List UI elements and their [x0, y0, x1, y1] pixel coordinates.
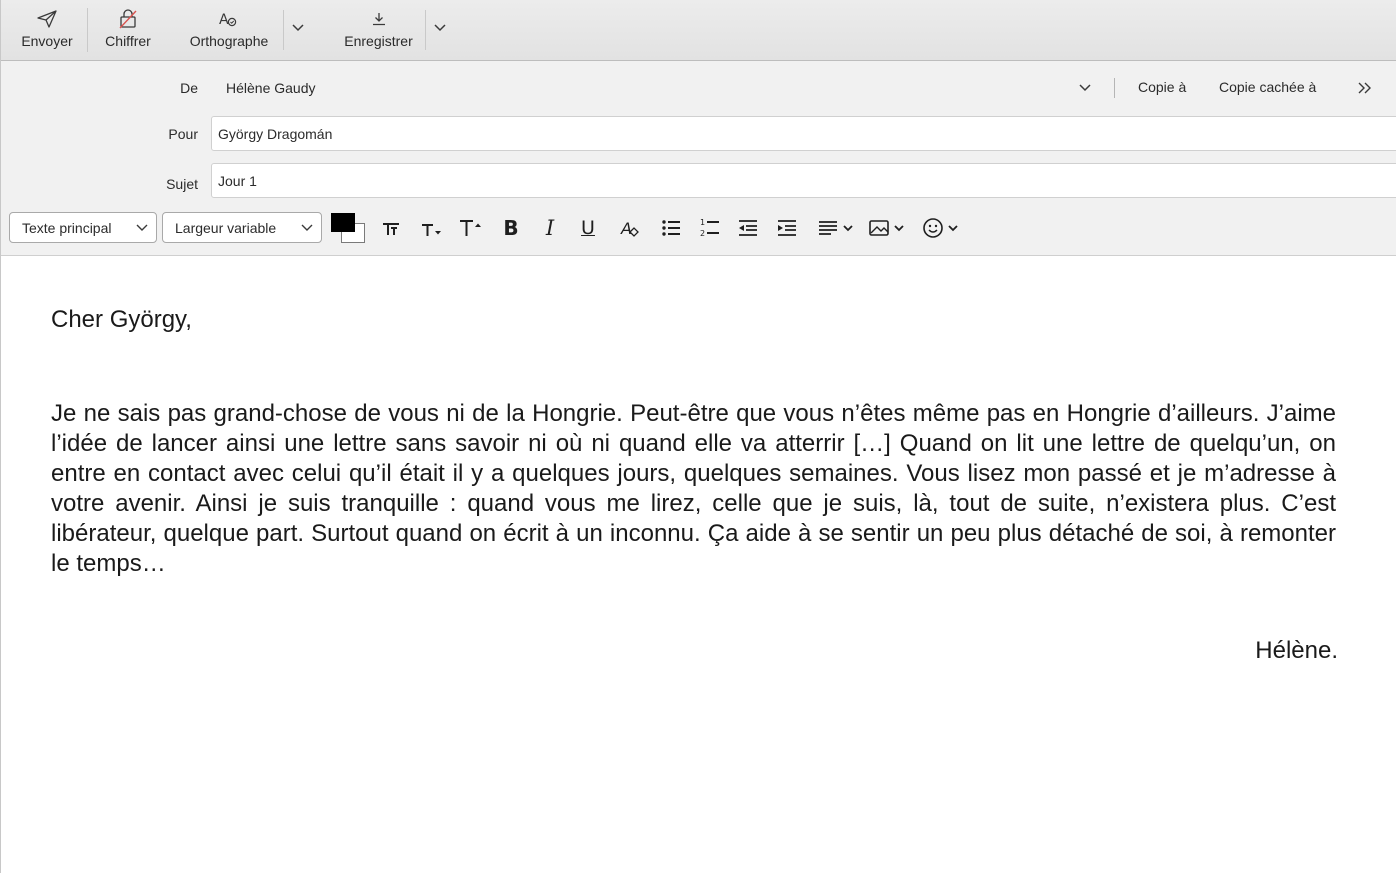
- compose-window: Envoyer Chiffrer A Orthographe Enregistr…: [0, 0, 1396, 873]
- color-picker-icon[interactable]: [331, 213, 365, 243]
- spelling-icon: A: [217, 8, 241, 30]
- message-headers: De Hélène Gaudy Copie à Copie cachée à P…: [1, 61, 1396, 208]
- encrypt-icon: [117, 8, 139, 30]
- save-button[interactable]: Enregistrer: [336, 0, 421, 60]
- greeting-text: Cher György,: [51, 306, 192, 333]
- subject-field[interactable]: [211, 163, 1396, 198]
- send-icon: [36, 8, 58, 30]
- chevron-down-icon: [1079, 84, 1091, 92]
- body-paragraph: Je ne sais pas grand-chose de vous ni de…: [51, 400, 1336, 577]
- send-label: Envoyer: [21, 33, 73, 49]
- paragraph-style-value: Texte principal: [22, 219, 112, 236]
- toolbar-divider: [425, 10, 426, 50]
- bold-icon[interactable]: B: [497, 214, 525, 242]
- font-width-value: Largeur variable: [175, 219, 277, 236]
- numbered-list-icon[interactable]: 12: [696, 214, 724, 242]
- outdent-icon[interactable]: [734, 214, 762, 242]
- font-size-reset-icon[interactable]: [377, 214, 405, 242]
- svg-text:1: 1: [700, 218, 705, 227]
- message-body-editor[interactable]: Cher György, Je ne sais pas grand-chose …: [1, 256, 1396, 873]
- align-icon[interactable]: [816, 214, 858, 242]
- indent-icon[interactable]: [773, 214, 801, 242]
- encrypt-button[interactable]: Chiffrer: [93, 0, 163, 60]
- header-divider: [1114, 78, 1115, 98]
- compose-toolbar: Envoyer Chiffrer A Orthographe Enregistr…: [1, 0, 1396, 61]
- bullet-list-icon[interactable]: [657, 214, 685, 242]
- font-larger-icon[interactable]: [456, 214, 484, 242]
- insert-image-icon[interactable]: [867, 214, 909, 242]
- from-account-chevron[interactable]: [1076, 79, 1094, 97]
- spelling-button[interactable]: A Orthographe: [179, 0, 279, 60]
- paragraph-style-select[interactable]: Texte principal: [9, 212, 157, 243]
- spelling-menu-chevron[interactable]: [288, 18, 308, 38]
- clear-formatting-icon[interactable]: A: [616, 214, 644, 242]
- cc-button[interactable]: Copie à: [1138, 79, 1186, 95]
- save-menu-chevron[interactable]: [430, 18, 450, 38]
- spelling-label: Orthographe: [189, 33, 269, 49]
- bcc-button[interactable]: Copie cachée à: [1219, 79, 1316, 95]
- svg-text:2: 2: [700, 229, 705, 238]
- font-smaller-icon[interactable]: [417, 214, 445, 242]
- save-icon: [370, 8, 388, 30]
- chevron-down-icon: [299, 224, 315, 232]
- from-label: De: [180, 80, 198, 96]
- text-color-swatch[interactable]: [331, 213, 355, 232]
- chevron-down-icon: [134, 224, 150, 232]
- to-field[interactable]: [211, 116, 1396, 151]
- from-value[interactable]: Hélène Gaudy: [226, 80, 316, 96]
- underline-icon[interactable]: U: [574, 214, 602, 242]
- toolbar-divider: [87, 8, 88, 52]
- encrypt-label: Chiffrer: [105, 33, 151, 49]
- save-label: Enregistrer: [344, 33, 413, 49]
- chevron-down-icon: [292, 24, 304, 32]
- chevron-down-icon: [434, 24, 446, 32]
- signature-text: Hélène.: [1255, 637, 1338, 664]
- emoji-icon[interactable]: [921, 214, 963, 242]
- italic-icon[interactable]: I: [536, 214, 564, 242]
- svg-text:A: A: [620, 219, 632, 238]
- font-width-select[interactable]: Largeur variable: [162, 212, 322, 243]
- subject-label: Sujet: [166, 176, 198, 192]
- formatting-bar: Texte principal Largeur variable B I U A…: [1, 208, 1396, 256]
- more-fields-icon[interactable]: [1355, 78, 1375, 98]
- send-button[interactable]: Envoyer: [11, 0, 83, 60]
- to-label: Pour: [168, 126, 198, 142]
- toolbar-divider: [283, 10, 284, 50]
- svg-text:A: A: [219, 12, 229, 28]
